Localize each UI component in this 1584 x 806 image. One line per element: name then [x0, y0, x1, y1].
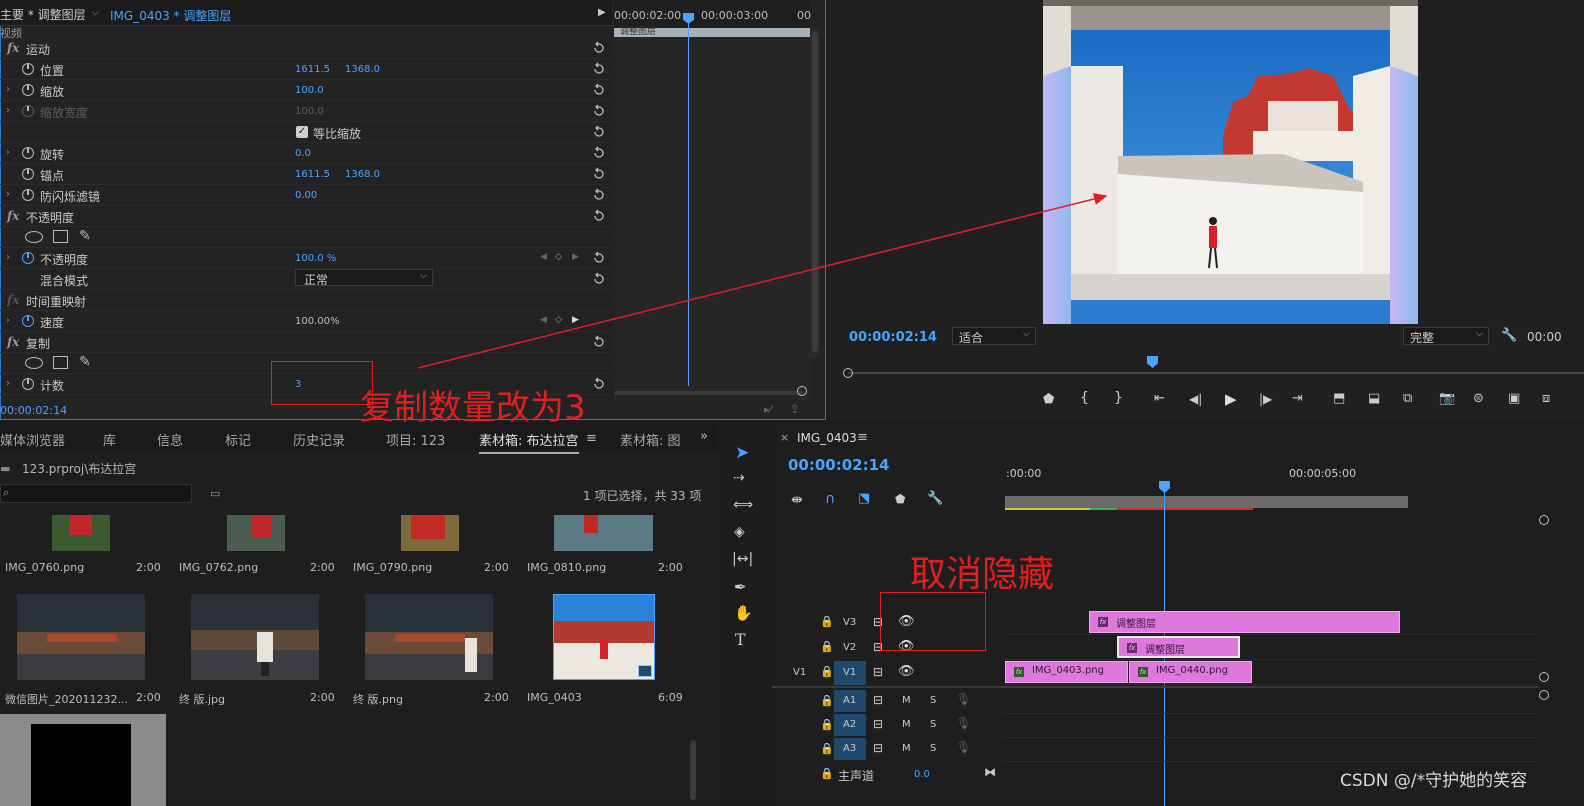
annotation-overlay — [417, 193, 1108, 369]
annotation-copy-note: 复制数量改为3 — [360, 388, 586, 428]
annotation-unhide-note: 取消隐藏 — [910, 554, 1055, 595]
annotation-box-eye — [880, 592, 986, 651]
annotation-arrow — [417, 193, 1108, 369]
annotation-box-count — [271, 361, 373, 405]
watermark: CSDN @/*守护她的笑容 — [1340, 771, 1528, 791]
